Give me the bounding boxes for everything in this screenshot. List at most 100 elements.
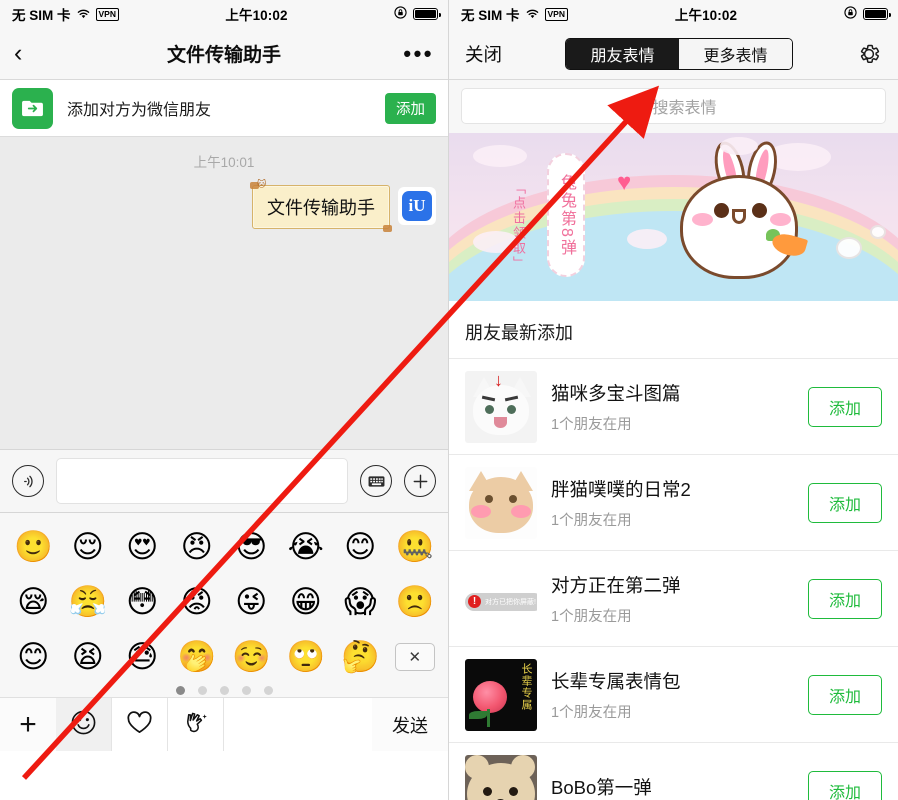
sticker-list-item[interactable]: ! 对方已把你屏蔽! 对方正在第二弹 1个朋友在用 添加: [449, 550, 898, 646]
sticker-subtitle: 1个朋友在用: [551, 608, 632, 625]
angry-white-cat-thumb: ↓: [465, 370, 537, 443]
message-bubble[interactable]: 🐱 文件传输助手: [250, 179, 392, 232]
dust-puff: [870, 225, 886, 239]
page-dot[interactable]: [175, 686, 185, 695]
sticker-subtitle: 1个朋友在用: [551, 512, 632, 529]
emoji-key[interactable]: 😳: [115, 578, 170, 625]
message-input[interactable]: [56, 458, 348, 504]
sticker-title: 长辈专属表情包: [551, 670, 681, 692]
more-dots-icon[interactable]: •••: [403, 42, 434, 64]
emoji-key[interactable]: 🙂: [6, 523, 61, 570]
emoji-key[interactable]: 😓: [115, 633, 170, 680]
send-button[interactable]: 发送: [372, 698, 448, 751]
bunny-body: [680, 175, 798, 279]
add-sticker-button[interactable]: 添加: [807, 386, 882, 427]
sticker-info: BoBo第一弹: [551, 774, 794, 800]
back-chevron-icon[interactable]: ‹: [14, 41, 40, 66]
status-right-group: [844, 6, 891, 22]
search-input[interactable]: 搜索表情: [461, 88, 886, 124]
banner-vertical-text: 兔兔第8弹: [547, 153, 585, 277]
dual-phone-screenshot: 无 SIM 卡 VPN 上午10:02 ‹ 文件传输助手 ••• 添加对方为微信…: [0, 0, 898, 800]
emoji-key[interactable]: 😡: [170, 578, 225, 625]
right-phone-panel: 无 SIM 卡 VPN 上午10:02 关闭 朋友表情 更多表情 搜索表情 兔兔…: [449, 0, 898, 800]
emoji-key[interactable]: 😪: [6, 578, 61, 625]
hand-peace-icon: [182, 709, 209, 741]
avatar[interactable]: iU: [398, 187, 436, 225]
page-title: 文件传输助手: [166, 45, 281, 66]
chat-message-area: 上午10:01 🐱 文件传输助手 iU: [0, 137, 448, 449]
add-sticker-button[interactable]: 添加: [807, 482, 882, 523]
emoji-delete-key[interactable]: ✕: [388, 633, 443, 680]
add-friend-banner[interactable]: 添加对方为微信朋友 添加: [0, 80, 448, 137]
blocked-pill: ! 对方已把你屏蔽!: [465, 592, 537, 611]
voice-wave-icon[interactable]: [12, 465, 44, 497]
emoji-key[interactable]: 😁: [279, 578, 334, 625]
section-title: 朋友最新添加: [449, 301, 898, 358]
emoji-key[interactable]: 😫: [61, 633, 116, 680]
plus-circle-icon[interactable]: [404, 465, 436, 497]
sticker-title: 对方正在第二弹: [551, 574, 681, 596]
page-dot[interactable]: [197, 686, 207, 695]
emoji-key[interactable]: 😌: [61, 523, 116, 570]
search-container: 搜索表情: [449, 80, 898, 133]
carrier-label: 无 SIM 卡: [12, 8, 71, 23]
emoji-key[interactable]: 🙄: [279, 633, 334, 680]
banner-side-text: 「点击领取」: [511, 181, 526, 271]
sticker-list-item[interactable]: ↓ 猫咪多宝斗图篇 1个朋友在用 添加: [449, 358, 898, 454]
bubble-decoration-icon: 🐱: [257, 179, 267, 189]
status-time-left: 上午10:02: [225, 8, 288, 23]
add-friend-text: 添加对方为微信朋友: [67, 102, 212, 119]
emoji-key[interactable]: 🤐: [388, 523, 443, 570]
fat-ginger-cat-thumb: [465, 466, 537, 539]
keyboard-icon[interactable]: [360, 465, 392, 497]
tab-gestures[interactable]: [168, 698, 224, 751]
blocked-notice-thumb: ! 对方已把你屏蔽!: [465, 562, 537, 635]
avatar-label: iU: [402, 191, 432, 221]
add-sticker-button[interactable]: 添加: [807, 674, 882, 715]
tab-emoji[interactable]: [56, 698, 112, 751]
sticker-info: 长辈专属表情包 1个朋友在用: [551, 668, 794, 722]
gear-icon[interactable]: [856, 41, 882, 67]
emoji-key[interactable]: ☺️: [224, 633, 279, 680]
tab-friend-stickers[interactable]: 朋友表情: [566, 38, 679, 69]
sticker-list-item[interactable]: 长辈专属 长辈专属表情包 1个朋友在用 添加: [449, 646, 898, 742]
tab-more-stickers[interactable]: 更多表情: [679, 38, 792, 69]
emoji-key[interactable]: 🤔: [333, 633, 388, 680]
bunny-eye-left: [714, 203, 729, 218]
emoji-key[interactable]: 😊: [333, 523, 388, 570]
emoji-tab-bar: + 发送: [0, 697, 448, 751]
bunny-nose: [732, 209, 746, 224]
emoji-key[interactable]: 😊: [6, 633, 61, 680]
sticker-list-item[interactable]: BoBo第一弹 添加: [449, 742, 898, 800]
carrier-label: 无 SIM 卡: [461, 8, 520, 23]
emoji-key[interactable]: 😜: [224, 578, 279, 625]
emoji-key[interactable]: 😍: [115, 523, 170, 570]
sticker-list-item[interactable]: 胖猫噗噗的日常2 1个朋友在用 添加: [449, 454, 898, 550]
rose-elder-thumb: 长辈专属: [465, 658, 537, 731]
page-dot[interactable]: [263, 686, 273, 695]
emoji-key[interactable]: 🤭: [170, 633, 225, 680]
add-sticker-button[interactable]: 添加: [807, 770, 882, 800]
vpn-badge: VPN: [544, 7, 568, 21]
close-button[interactable]: 关闭: [465, 41, 502, 67]
page-dot[interactable]: [241, 686, 251, 695]
sticker-info: 猫咪多宝斗图篇 1个朋友在用: [551, 380, 794, 434]
add-sticker-plus-icon[interactable]: +: [0, 698, 56, 751]
promo-banner[interactable]: 兔兔第8弹 「点击领取」 ♥: [449, 133, 898, 301]
emoji-key[interactable]: 😤: [61, 578, 116, 625]
emoji-key[interactable]: 😭: [279, 523, 334, 570]
emoji-key[interactable]: 😠: [170, 523, 225, 570]
add-friend-button[interactable]: 添加: [385, 92, 436, 124]
emoji-key[interactable]: 🙁: [388, 578, 443, 625]
tab-favorites[interactable]: [112, 698, 168, 751]
sticker-list: ↓ 猫咪多宝斗图篇 1个朋友在用 添加 胖猫噗噗的日常2 1个朋友在用 添加 !…: [449, 358, 898, 800]
page-dot[interactable]: [219, 686, 229, 695]
wifi-icon: [76, 7, 91, 22]
add-sticker-button[interactable]: 添加: [807, 578, 882, 619]
emoji-key[interactable]: 😱: [333, 578, 388, 625]
folder-arrow-icon: [12, 87, 53, 129]
bunny-cheek-right: [770, 213, 791, 226]
rotation-lock-icon: [844, 6, 857, 22]
emoji-key[interactable]: 😎: [224, 523, 279, 570]
sticker-subtitle: 1个朋友在用: [551, 704, 632, 721]
